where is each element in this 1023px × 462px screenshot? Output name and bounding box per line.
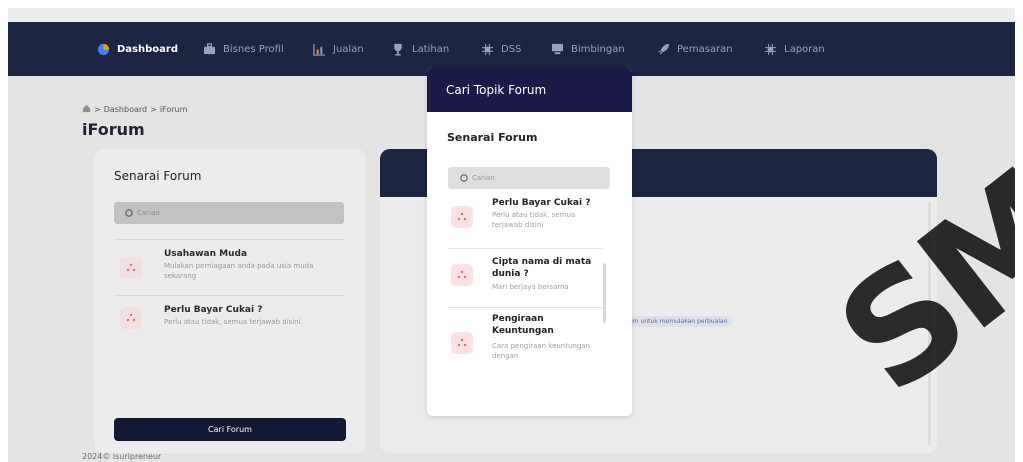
top-strip <box>8 8 1015 22</box>
monitor-icon <box>550 42 564 56</box>
chip-icon <box>763 42 777 56</box>
modal-subtitle: Senarai Forum <box>447 131 538 144</box>
list-item-description: Mulakan perniagaan anda pada usia muda s… <box>164 262 314 280</box>
search-placeholder: Carian <box>137 209 160 217</box>
topic-icon <box>451 332 473 354</box>
divider <box>448 307 603 308</box>
search-icon <box>125 209 133 217</box>
list-item-title: Perlu Bayar Cukai ? <box>164 305 263 315</box>
topic-icon <box>451 264 473 286</box>
breadcrumb-separator: > <box>94 105 101 114</box>
topic-icon <box>120 307 142 329</box>
nav-item-dashboard[interactable]: Dashboard <box>96 22 178 76</box>
rocket-icon <box>656 42 670 56</box>
list-item-title: Perlu Bayar Cukai ? <box>492 198 591 208</box>
breadcrumb-home-link[interactable]: Dashboard <box>104 105 147 114</box>
nav-item-bisnes-profil[interactable]: Bisnes Profil <box>202 22 284 76</box>
nav-item-label: Bisnes Profil <box>223 43 284 55</box>
breadcrumb: > Dashboard > iForum <box>82 104 187 115</box>
nav-item-label: Jualan <box>333 43 364 55</box>
home-icon[interactable] <box>82 104 91 115</box>
list-item-description: Cara pengiraan keuntungan dengan <box>492 342 591 360</box>
list-item[interactable]: Perlu Bayar Cukai ? Perlu atau tidak, se… <box>114 305 344 335</box>
panel-title: Senarai Forum <box>114 169 202 183</box>
page-title: iForum <box>82 120 145 139</box>
divider <box>114 295 344 296</box>
topic-icon <box>120 257 142 279</box>
pie-chart-icon <box>96 42 110 56</box>
list-item[interactable]: Cipta nama di mata dunia ? Mari berjaya … <box>448 256 603 304</box>
list-item[interactable]: Usahawan Muda Mulakan perniagaan anda pa… <box>114 249 344 289</box>
topic-icon <box>451 206 473 228</box>
breadcrumb-current: iForum <box>159 105 188 114</box>
browser-viewport: Dashboard Bisnes Profil Jualan Latihan D… <box>8 8 1015 462</box>
modal-scrollbar[interactable] <box>603 263 606 323</box>
nav-item-label: DSS <box>501 43 522 55</box>
forum-list-panel: Senarai Forum Carian Usahawan Muda Mulak… <box>94 149 366 453</box>
cari-forum-button[interactable]: Cari Forum <box>114 418 346 441</box>
empty-state-hint: um untuk memulakan perbualan <box>624 316 733 327</box>
briefcase-icon <box>202 42 216 56</box>
modal-title: Cari Topik Forum <box>427 67 632 112</box>
modal-topic-list[interactable]: Perlu Bayar Cukai ? Perlu atau tidak, se… <box>448 193 603 369</box>
divider <box>114 239 344 240</box>
nav-item-jualan[interactable]: Jualan <box>312 22 364 76</box>
list-item-description: Mari berjaya bersama <box>492 283 569 291</box>
nav-item-label: Bimbingan <box>571 43 625 55</box>
list-item[interactable]: Perlu Bayar Cukai ? Perlu atau tidak, se… <box>448 197 603 243</box>
list-item-title: Usahawan Muda <box>164 249 248 259</box>
bar-chart-icon <box>312 42 326 56</box>
nav-item-laporan[interactable]: Laporan <box>763 22 825 76</box>
list-item-description: Perlu atau tidak, semua terjawab disini <box>492 211 576 229</box>
list-item[interactable]: Pengiraan Keuntungan Cara pengiraan keun… <box>448 313 603 369</box>
nav-item-pemasaran[interactable]: Pemasaran <box>656 22 733 76</box>
breadcrumb-separator: > <box>150 105 157 114</box>
search-input[interactable]: Carian <box>114 202 344 224</box>
nav-item-label: Laporan <box>784 43 825 55</box>
search-topic-modal: Cari Topik Forum Senarai Forum Carian Pe… <box>427 67 632 416</box>
list-item-description: Perlu atau tidak, semua terjawab disini <box>164 318 301 326</box>
list-item-title: Pengiraan Keuntungan <box>492 314 554 336</box>
modal-search-input[interactable]: Carian <box>448 167 610 189</box>
list-item-title: Cipta nama di mata dunia ? <box>492 257 592 279</box>
nav-item-label: Pemasaran <box>677 43 733 55</box>
trophy-icon <box>391 42 405 56</box>
chip-icon <box>480 42 494 56</box>
footer-copyright: 2024© isuripreneur <box>82 452 162 461</box>
search-placeholder: Carian <box>472 174 495 182</box>
nav-item-label: Latihan <box>412 43 450 55</box>
search-icon <box>460 174 468 182</box>
divider <box>448 248 603 249</box>
nav-item-label: Dashboard <box>117 43 178 55</box>
